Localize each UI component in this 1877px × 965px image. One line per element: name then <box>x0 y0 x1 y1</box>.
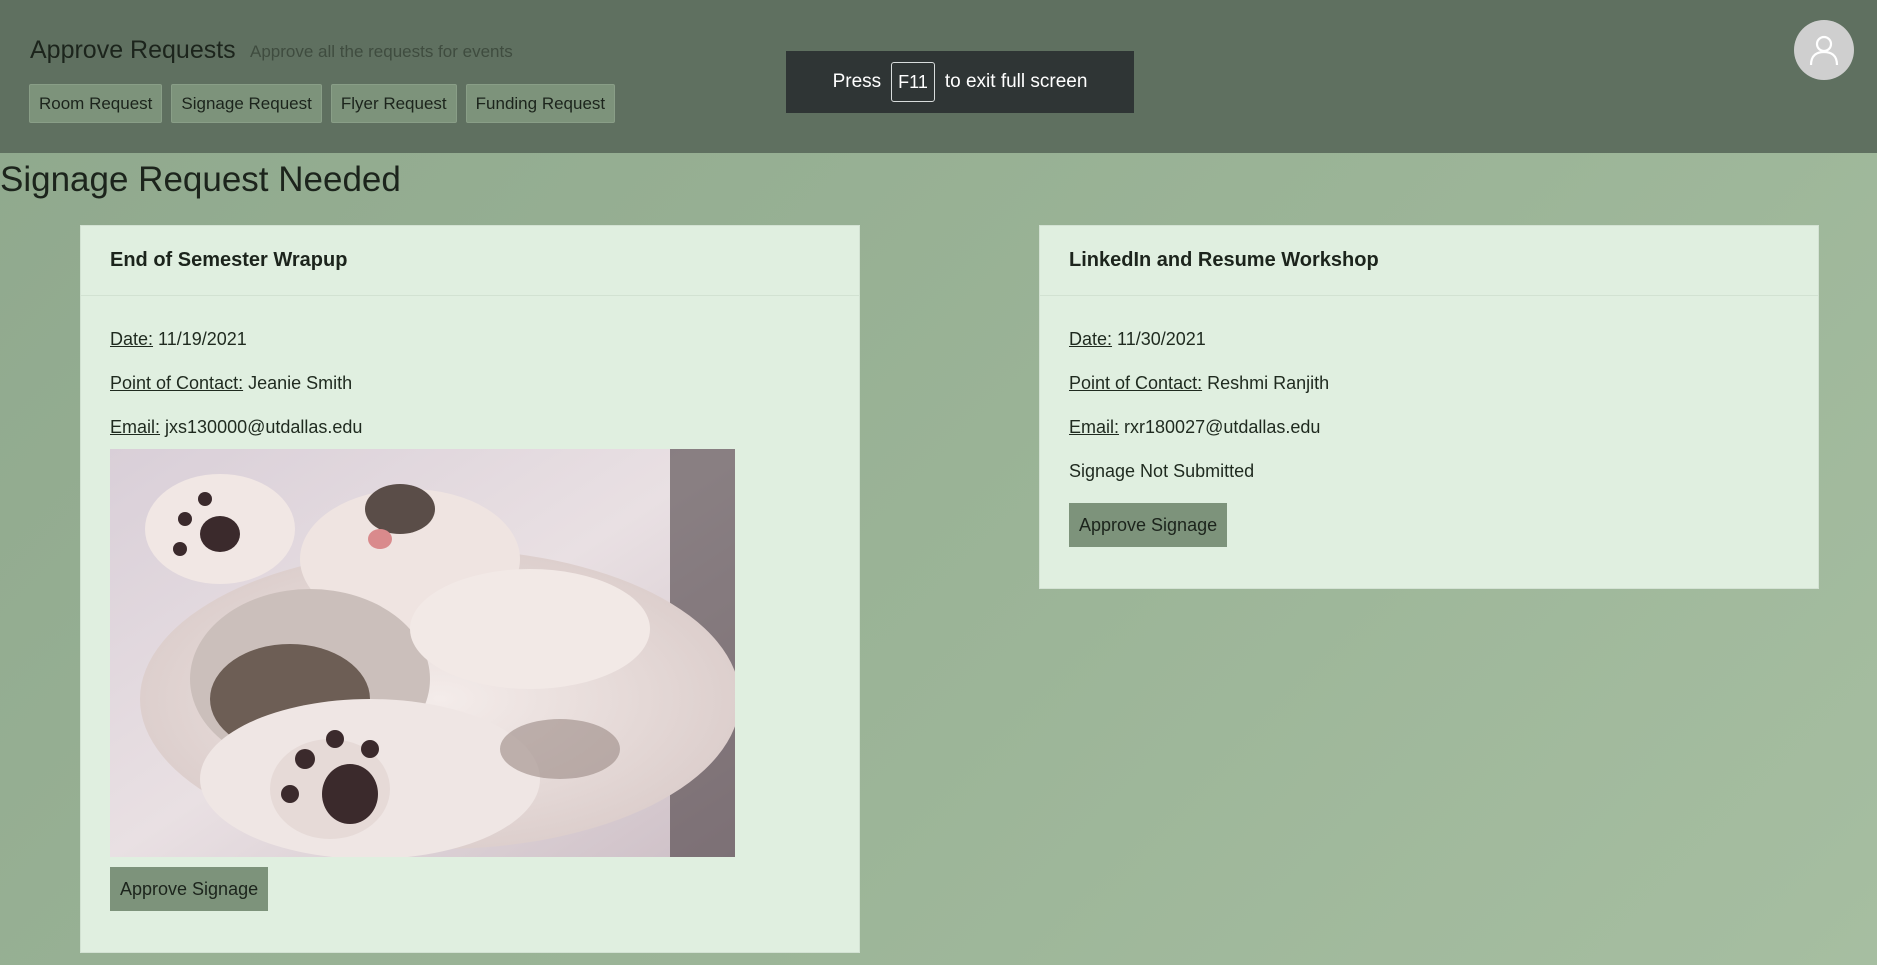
nav-signage-request-button[interactable]: Signage Request <box>171 84 322 123</box>
date-field: Date: 11/30/2021 <box>1069 329 1789 349</box>
date-value: 11/30/2021 <box>1117 329 1206 349</box>
card-title: LinkedIn and Resume Workshop <box>1040 226 1818 296</box>
approve-signage-button[interactable]: Approve Signage <box>110 867 269 911</box>
contact-value: Reshmi Ranjith <box>1207 373 1330 393</box>
toast-prefix: Press <box>832 71 882 92</box>
user-avatar-button[interactable] <box>1794 20 1854 80</box>
date-value: 11/19/2021 <box>158 329 247 349</box>
toast-key: F11 <box>891 62 935 102</box>
nav-flyer-request-button[interactable]: Flyer Request <box>330 84 457 123</box>
card-title: End of Semester Wrapup <box>81 226 859 296</box>
user-icon <box>1809 35 1839 66</box>
request-nav: Room Request Signage Request Flyer Reque… <box>29 84 616 123</box>
fullscreen-toast: Press F11 to exit full screen <box>786 51 1134 113</box>
toast-suffix: to exit full screen <box>944 71 1088 92</box>
contact-label: Point of Contact: <box>1069 373 1203 393</box>
request-card: LinkedIn and Resume Workshop Date: 11/30… <box>1039 225 1819 589</box>
app-title: Approve Requests <box>30 36 236 64</box>
date-label: Date: <box>110 329 154 349</box>
email-value: rxr180027@utdallas.edu <box>1124 417 1321 437</box>
date-field: Date: 11/19/2021 <box>110 329 830 349</box>
page-title: Signage Request Needed <box>0 160 401 199</box>
nav-funding-request-button[interactable]: Funding Request <box>465 84 616 123</box>
app-subtitle: Approve all the requests for events <box>250 42 513 61</box>
request-card: End of Semester Wrapup Date: 11/19/2021 … <box>80 225 860 953</box>
email-label: Email: <box>110 417 161 437</box>
contact-value: Jeanie Smith <box>248 373 353 393</box>
contact-field: Point of Contact: Jeanie Smith <box>110 373 830 393</box>
email-label: Email: <box>1069 417 1120 437</box>
email-field: Email: jxs130000@utdallas.edu <box>110 417 830 437</box>
contact-label: Point of Contact: <box>110 373 244 393</box>
nav-room-request-button[interactable]: Room Request <box>29 84 163 123</box>
approve-signage-button[interactable]: Approve Signage <box>1069 503 1228 547</box>
email-field: Email: rxr180027@utdallas.edu <box>1069 417 1789 437</box>
contact-field: Point of Contact: Reshmi Ranjith <box>1069 373 1789 393</box>
signage-status: Signage Not Submitted <box>1069 461 1255 481</box>
email-value: jxs130000@utdallas.edu <box>165 417 363 437</box>
date-label: Date: <box>1069 329 1113 349</box>
signage-image <box>110 449 735 857</box>
